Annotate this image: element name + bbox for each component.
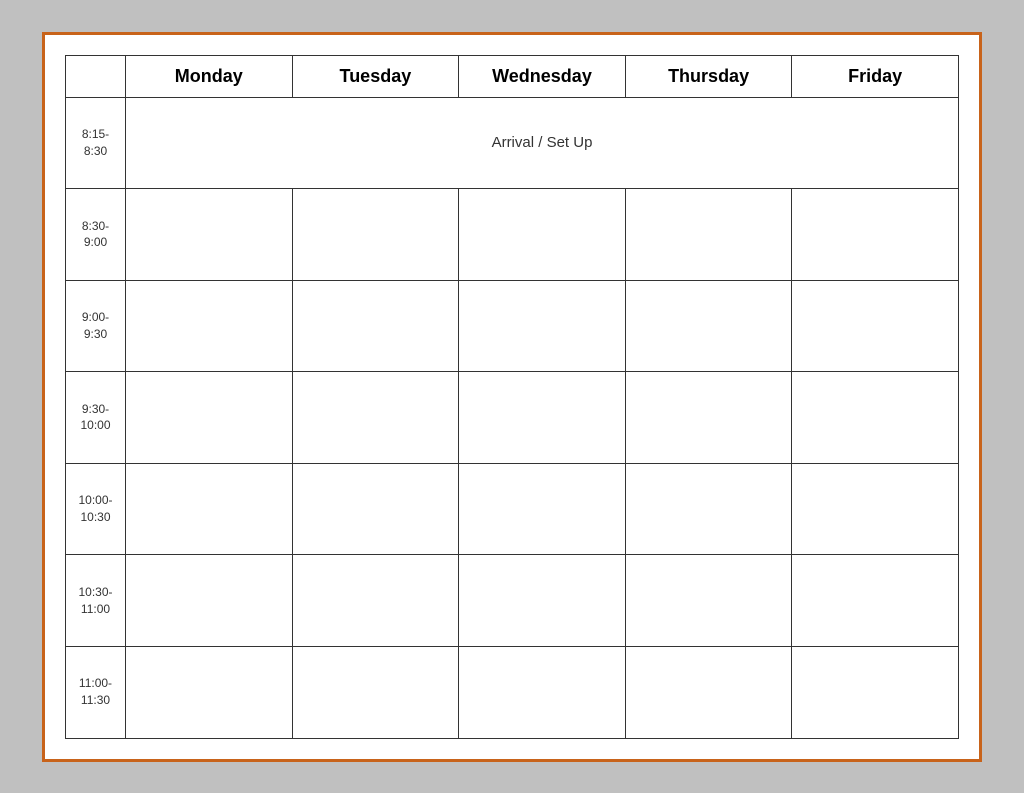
schedule-cell[interactable] (292, 646, 459, 738)
time-cell: 9:00-9:30 (66, 280, 126, 372)
schedule-cell[interactable] (792, 555, 959, 647)
time-cell: 11:00-11:30 (66, 646, 126, 738)
schedule-cell[interactable] (625, 280, 792, 372)
schedule-cell[interactable] (625, 372, 792, 464)
header-monday: Monday (126, 55, 293, 97)
schedule-cell[interactable] (459, 555, 626, 647)
schedule-cell[interactable] (292, 189, 459, 281)
schedule-cell[interactable] (792, 463, 959, 555)
schedule-cell[interactable] (292, 463, 459, 555)
time-cell: 10:00-10:30 (66, 463, 126, 555)
header-friday: Friday (792, 55, 959, 97)
table-row: 10:00-10:30 (66, 463, 959, 555)
time-cell: 8:15-8:30 (66, 97, 126, 189)
schedule-cell[interactable] (459, 280, 626, 372)
page-container: Monday Tuesday Wednesday Thursday Friday… (42, 32, 982, 762)
schedule-cell[interactable] (459, 463, 626, 555)
time-cell: 8:30-9:00 (66, 189, 126, 281)
schedule-cell[interactable] (792, 280, 959, 372)
time-cell: 9:30-10:00 (66, 372, 126, 464)
schedule-cell[interactable] (292, 372, 459, 464)
schedule-cell[interactable] (126, 463, 293, 555)
table-row: 9:00-9:30 (66, 280, 959, 372)
time-cell: 10:30-11:00 (66, 555, 126, 647)
schedule-cell[interactable] (459, 646, 626, 738)
header-time (66, 55, 126, 97)
schedule-cell[interactable] (625, 189, 792, 281)
schedule-cell[interactable] (459, 372, 626, 464)
schedule-cell[interactable] (792, 372, 959, 464)
header-tuesday: Tuesday (292, 55, 459, 97)
arrival-cell: Arrival / Set Up (126, 97, 959, 189)
schedule-cell[interactable] (625, 463, 792, 555)
table-row: 11:00-11:30 (66, 646, 959, 738)
schedule-cell[interactable] (792, 189, 959, 281)
table-row: 10:30-11:00 (66, 555, 959, 647)
schedule-cell[interactable] (292, 555, 459, 647)
table-row: 8:15-8:30Arrival / Set Up (66, 97, 959, 189)
schedule-cell[interactable] (126, 646, 293, 738)
schedule-cell[interactable] (625, 555, 792, 647)
schedule-cell[interactable] (126, 189, 293, 281)
schedule-cell[interactable] (625, 646, 792, 738)
table-row: 9:30-10:00 (66, 372, 959, 464)
table-row: 8:30-9:00 (66, 189, 959, 281)
schedule-cell[interactable] (292, 280, 459, 372)
schedule-cell[interactable] (126, 555, 293, 647)
header-thursday: Thursday (625, 55, 792, 97)
schedule-cell[interactable] (459, 189, 626, 281)
header-wednesday: Wednesday (459, 55, 626, 97)
schedule-table: Monday Tuesday Wednesday Thursday Friday… (65, 55, 959, 739)
schedule-cell[interactable] (126, 280, 293, 372)
schedule-cell[interactable] (126, 372, 293, 464)
schedule-cell[interactable] (792, 646, 959, 738)
